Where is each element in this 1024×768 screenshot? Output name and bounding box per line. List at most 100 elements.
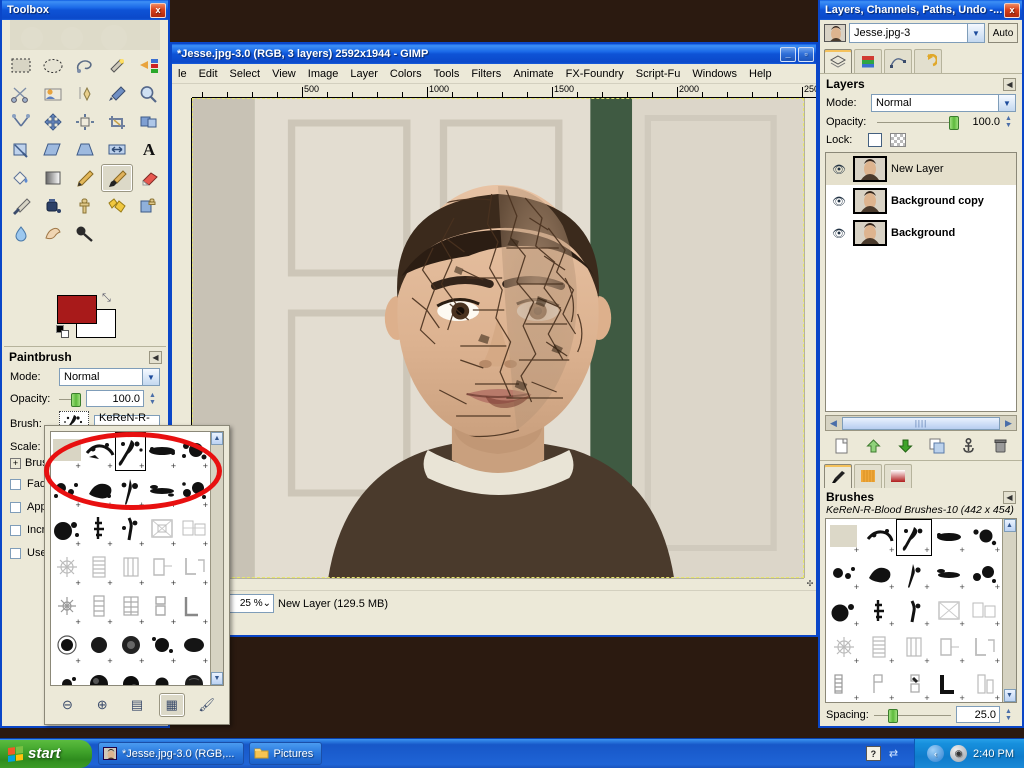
brush-cell[interactable]: +: [51, 432, 83, 471]
brush-cell[interactable]: +: [932, 593, 967, 630]
menu-tools[interactable]: Tools: [428, 66, 466, 82]
rotate-tool[interactable]: [133, 108, 165, 136]
menu-colors[interactable]: Colors: [384, 66, 428, 82]
measure-tool[interactable]: [5, 108, 37, 136]
canvas-hscrollbar[interactable]: [192, 578, 804, 590]
brush-cell[interactable]: +: [967, 519, 1002, 556]
patterns-tab[interactable]: [854, 464, 882, 488]
edit-brush-button[interactable]: 🖌: [194, 693, 220, 717]
show-desktop-icon[interactable]: ‹: [927, 745, 945, 762]
brush-cell[interactable]: +: [83, 510, 115, 549]
brush-cell[interactable]: +: [861, 519, 896, 556]
fade-out-checkbox[interactable]: [10, 478, 21, 490]
layer-row-background-copy[interactable]: 👁 Background copy: [826, 185, 1016, 217]
brush-cell[interactable]: +: [178, 588, 210, 627]
brush-cell[interactable]: +: [861, 556, 896, 593]
maximize-icon[interactable]: ▫: [798, 46, 814, 62]
airbrush-tool[interactable]: [5, 192, 37, 220]
collapse-icon[interactable]: ◀: [1003, 490, 1016, 504]
new-layer-button[interactable]: [831, 437, 853, 455]
brush-popup-scrollbar[interactable]: ▲ ▼: [210, 432, 223, 685]
spacing-value[interactable]: 25.0: [956, 706, 1000, 723]
toolbox-close-icon[interactable]: x: [150, 2, 166, 18]
hscroll-thumb[interactable]: ||||: [842, 416, 1000, 430]
brush-cell-selected[interactable]: +: [114, 432, 147, 471]
brush-cell[interactable]: +: [932, 630, 967, 667]
brush-cell-selected[interactable]: +: [896, 519, 932, 556]
brush-cell[interactable]: +: [826, 593, 861, 630]
scroll-down-icon[interactable]: ▼: [1003, 689, 1016, 702]
brush-cell[interactable]: +: [83, 432, 115, 471]
help-icon[interactable]: ?: [865, 746, 881, 761]
brush-cell[interactable]: +: [115, 549, 147, 588]
brush-cell[interactable]: +: [115, 666, 147, 685]
brush-cell[interactable]: +: [826, 519, 861, 556]
brush-cell[interactable]: +: [51, 627, 83, 666]
chevron-down-icon[interactable]: ▼: [967, 24, 984, 42]
spacing-slider[interactable]: [873, 707, 951, 723]
brush-cell[interactable]: +: [146, 549, 178, 588]
foreground-select-tool[interactable]: [37, 80, 69, 108]
ink-tool[interactable]: [37, 192, 69, 220]
scroll-left-icon[interactable]: ◀: [826, 418, 841, 429]
scroll-up-icon[interactable]: ▲: [1003, 519, 1016, 532]
layer-opacity-spinner[interactable]: ▲ ▼: [1005, 115, 1016, 129]
network-icon[interactable]: ⇄: [889, 747, 898, 760]
minimize-icon[interactable]: _: [780, 46, 796, 62]
brushes-grid[interactable]: + + + + + + + + + + + + + + + + + + + + …: [826, 519, 1002, 702]
brush-cell[interactable]: +: [115, 471, 147, 510]
brush-cell[interactable]: +: [178, 666, 210, 685]
menu-fx-foundry[interactable]: FX-Foundry: [560, 66, 630, 82]
zoom-in-button[interactable]: ⊕: [89, 693, 115, 717]
reset-colors-icon[interactable]: [56, 325, 69, 338]
menu-script-fu[interactable]: Script-Fu: [630, 66, 687, 82]
menu-file[interactable]: le: [172, 66, 193, 82]
menu-view[interactable]: View: [266, 66, 302, 82]
chevron-down-icon[interactable]: ▼: [142, 369, 159, 385]
clock[interactable]: 2:40 PM: [973, 748, 1014, 760]
brush-cell[interactable]: +: [146, 588, 178, 627]
lock-alpha-checkbox[interactable]: [868, 133, 882, 147]
text-tool[interactable]: A: [133, 136, 165, 164]
taskbar-item-pictures[interactable]: Pictures: [248, 742, 323, 765]
brush-cell[interactable]: +: [896, 667, 931, 702]
layer-mode-combo[interactable]: Normal ▼: [871, 94, 1016, 112]
brush-cell[interactable]: +: [178, 627, 210, 666]
image-window-titlebar[interactable]: *Jesse.jpg-3.0 (RGB, 3 layers) 2592x1944…: [172, 44, 816, 64]
menu-animate[interactable]: Animate: [507, 66, 559, 82]
opacity-spinner[interactable]: ▲ ▼: [149, 392, 160, 406]
menu-windows[interactable]: Windows: [686, 66, 743, 82]
incremental-checkbox[interactable]: [10, 524, 21, 536]
auto-button[interactable]: Auto: [988, 23, 1018, 43]
undo-history-tab[interactable]: [914, 49, 942, 73]
menu-filters[interactable]: Filters: [465, 66, 507, 82]
brush-cell[interactable]: +: [896, 593, 931, 630]
brush-cell[interactable]: +: [146, 471, 178, 510]
zoom-tool[interactable]: [133, 80, 165, 108]
flip-tool[interactable]: [101, 136, 133, 164]
brushes-grid-scrollbar[interactable]: ▲ ▼: [1002, 519, 1016, 702]
delete-layer-button[interactable]: [989, 437, 1011, 455]
eye-icon[interactable]: 👁: [829, 227, 849, 240]
opacity-slider[interactable]: [59, 391, 81, 407]
clone-tool[interactable]: [69, 192, 101, 220]
layer-opacity-slider[interactable]: [877, 114, 959, 130]
use-color-checkbox[interactable]: [10, 547, 21, 559]
dodge-burn-tool[interactable]: [69, 220, 101, 248]
image-canvas[interactable]: [192, 98, 804, 578]
move-tool[interactable]: [37, 108, 69, 136]
brush-popup-grid[interactable]: + + + + + + + + + + + + + + + + + + + +: [51, 432, 210, 685]
menu-image[interactable]: Image: [302, 66, 345, 82]
perspective-tool[interactable]: [69, 136, 101, 164]
paths-tool[interactable]: [69, 80, 101, 108]
brush-cell[interactable]: +: [932, 519, 967, 556]
brush-cell[interactable]: +: [932, 556, 967, 593]
brush-cell[interactable]: +: [51, 549, 83, 588]
layers-dock-titlebar[interactable]: Layers, Channels, Paths, Undo -... x: [820, 0, 1022, 20]
gradients-tab[interactable]: [884, 464, 912, 488]
apply-jitter-checkbox[interactable]: [10, 501, 21, 513]
brush-selector-popup[interactable]: + + + + + + + + + + + + + + + + + + + +: [44, 425, 230, 725]
brush-cell[interactable]: +: [896, 630, 931, 667]
blur-sharpen-tool[interactable]: [5, 220, 37, 248]
eye-icon[interactable]: 👁: [829, 195, 849, 208]
